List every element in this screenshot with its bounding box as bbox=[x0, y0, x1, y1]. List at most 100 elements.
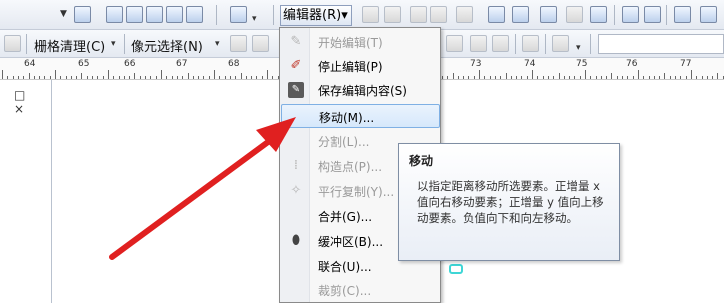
ruler-tick bbox=[712, 76, 713, 79]
select-cells-icon[interactable] bbox=[230, 35, 247, 52]
line-width-icon[interactable] bbox=[446, 35, 463, 52]
ruler-label: 67 bbox=[176, 59, 188, 69]
menu-item-start-editing[interactable]: ✎ 开始编辑(T) bbox=[281, 30, 440, 54]
ruler-tick bbox=[262, 76, 263, 79]
ruler-tick bbox=[559, 73, 560, 79]
window-icon[interactable] bbox=[186, 6, 203, 23]
ruler-tick bbox=[198, 76, 199, 79]
edit-annotation-icon[interactable] bbox=[384, 6, 401, 23]
ruler-tick bbox=[18, 76, 19, 79]
more-tools-icon[interactable] bbox=[700, 6, 717, 23]
ruler-tick bbox=[717, 73, 718, 79]
table-of-contents-pane: □ × bbox=[0, 80, 52, 303]
ruler-tick bbox=[484, 76, 485, 79]
ruler-label: 75 bbox=[576, 59, 588, 69]
ruler-tick bbox=[458, 76, 459, 79]
menu-item-label: 停止编辑(P) bbox=[318, 60, 383, 74]
overflow-arrow[interactable]: ▾ bbox=[252, 14, 257, 24]
ruler-tick bbox=[76, 76, 77, 79]
ruler-tick bbox=[675, 76, 676, 79]
layer-icon[interactable] bbox=[146, 6, 163, 23]
ruler-tick bbox=[495, 76, 496, 79]
help-icon[interactable] bbox=[590, 6, 607, 23]
menu-item-label: 构造点(P)... bbox=[318, 160, 383, 174]
ruler-tick bbox=[119, 76, 120, 79]
grid-clean-dropdown-icon[interactable]: ▾ bbox=[111, 39, 116, 49]
ruler-tick bbox=[511, 76, 512, 79]
ruler-tick bbox=[177, 76, 178, 79]
ruler-tick bbox=[272, 76, 273, 79]
ruler-tick bbox=[516, 76, 517, 79]
ruler-tick bbox=[209, 76, 210, 79]
trace-icon[interactable] bbox=[430, 6, 447, 23]
ruler-tick bbox=[521, 76, 522, 79]
ruler-tick bbox=[696, 76, 697, 79]
menu-item-label: 平行复制(Y)... bbox=[318, 185, 395, 199]
ruler-tick bbox=[246, 76, 247, 79]
menu-item-stop-editing[interactable]: ✐ 停止编辑(P) bbox=[281, 54, 440, 78]
grid-clean-label: 栅格清理(C) bbox=[34, 40, 106, 55]
grip-icon[interactable] bbox=[4, 35, 21, 52]
split-icon[interactable] bbox=[512, 6, 529, 23]
menu-item-label: 缓冲区(B)... bbox=[318, 235, 384, 249]
ruler-tick bbox=[29, 73, 30, 79]
overflow-arrow-2[interactable]: ▾ bbox=[576, 43, 581, 53]
toolbar-combo-box[interactable] bbox=[598, 34, 724, 54]
straight-segment-icon[interactable] bbox=[410, 6, 427, 23]
ruler-tick bbox=[129, 76, 130, 79]
ruler-tick bbox=[230, 76, 231, 79]
pane-window-buttons[interactable]: □ × bbox=[14, 88, 51, 116]
fill-cells-icon[interactable] bbox=[252, 35, 269, 52]
menu-item-label: 裁剪(C)... bbox=[318, 284, 372, 298]
ruler-tick bbox=[617, 76, 618, 79]
ruler-tick bbox=[113, 76, 114, 79]
tooltip-title: 移动 bbox=[409, 154, 434, 168]
ruler-tick bbox=[659, 76, 660, 79]
topology-icon[interactable] bbox=[488, 6, 505, 23]
save-edits-icon: ✎ bbox=[288, 82, 304, 98]
brush-icon[interactable] bbox=[470, 35, 487, 52]
ruler-tick bbox=[537, 76, 538, 79]
cell-select-dropdown-icon[interactable]: ▾ bbox=[215, 39, 220, 49]
table-icon[interactable] bbox=[106, 6, 123, 23]
despeckle-icon[interactable] bbox=[522, 35, 539, 52]
sketch-properties-icon[interactable] bbox=[644, 6, 661, 23]
ruler-tick bbox=[235, 76, 236, 79]
edit-tool-icon[interactable] bbox=[362, 6, 379, 23]
grid-clean-menu[interactable]: 栅格清理(C) bbox=[34, 36, 105, 55]
model-builder-icon[interactable] bbox=[230, 6, 247, 23]
ruler-label: 73 bbox=[470, 59, 482, 69]
report-icon[interactable] bbox=[126, 6, 143, 23]
ruler-tick bbox=[649, 76, 650, 79]
ruler-tick bbox=[638, 70, 639, 79]
catalog-icon[interactable] bbox=[166, 6, 183, 23]
ruler-tick bbox=[606, 76, 607, 79]
ruler-tick bbox=[627, 76, 628, 79]
cut-polygon-icon[interactable] bbox=[566, 6, 583, 23]
ruler-tick bbox=[611, 73, 612, 79]
ruler-tick bbox=[574, 76, 575, 79]
editor-menu-button[interactable]: 编辑器(R)▾ bbox=[280, 5, 352, 26]
ruler-tick bbox=[543, 76, 544, 79]
create-features-icon[interactable] bbox=[674, 6, 691, 23]
menu-item-clip[interactable]: 裁剪(C)... bbox=[281, 278, 440, 302]
ruler-label: 66 bbox=[124, 59, 136, 69]
ruler-tick bbox=[479, 70, 480, 79]
toolbar-dropdown-arrow[interactable]: ▼ bbox=[60, 9, 67, 19]
ruler-label: 76 bbox=[626, 59, 638, 69]
menu-item-label: 合并(G)... bbox=[318, 210, 373, 224]
menu-item-move[interactable]: 移动(M)... bbox=[281, 104, 440, 128]
region-icon[interactable] bbox=[552, 35, 569, 52]
chart-icon[interactable] bbox=[74, 6, 91, 23]
point-icon[interactable] bbox=[456, 6, 473, 23]
ruler-label: 74 bbox=[524, 59, 536, 69]
ruler-tick bbox=[13, 76, 14, 79]
ruler-tick bbox=[569, 76, 570, 79]
menu-item-save-edits[interactable]: ✎ 保存编辑内容(S) bbox=[281, 78, 440, 102]
erase-icon[interactable] bbox=[492, 35, 509, 52]
cell-select-menu[interactable]: 像元选择(N) bbox=[131, 36, 203, 55]
ruler-tick bbox=[66, 76, 67, 79]
ruler-tick bbox=[670, 76, 671, 79]
reshape-icon[interactable] bbox=[540, 6, 557, 23]
attributes-icon[interactable] bbox=[622, 6, 639, 23]
